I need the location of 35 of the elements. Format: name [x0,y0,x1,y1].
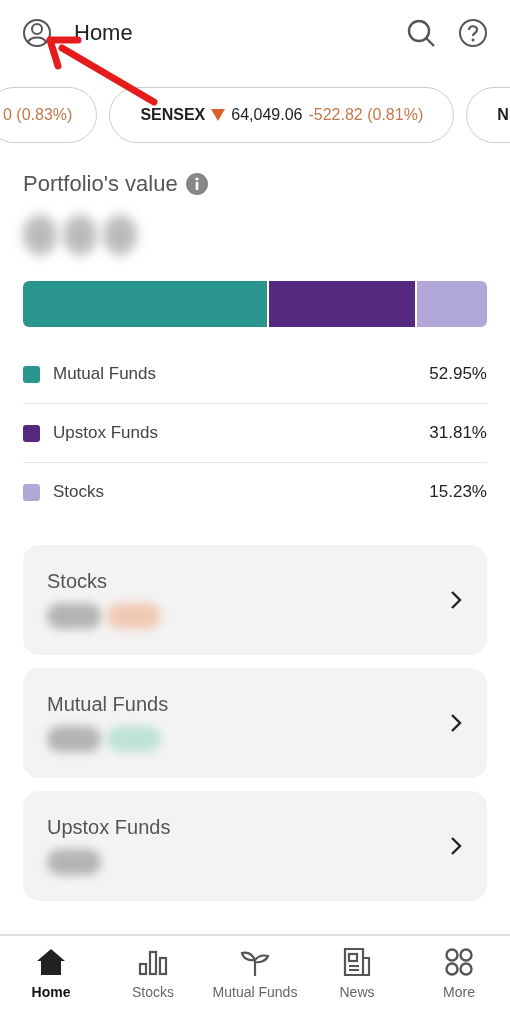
blurred-value [47,846,101,877]
legend-label: Mutual Funds [53,364,157,384]
nav-tab[interactable]: Home [0,936,102,1024]
holding-card[interactable]: Upstox Funds [23,791,487,901]
chevron-right-icon [449,836,463,856]
index-change: -522.82 (0.81%) [308,106,424,124]
card-title: Mutual Funds [47,692,170,716]
nav-tab[interactable]: More [408,936,510,1024]
allocation-percent: 52.95% [429,364,487,384]
holding-card[interactable]: Mutual Funds [23,668,487,778]
index-change: 0 (0.83%) [3,106,73,124]
allocation-percent: 31.81% [429,423,487,443]
portfolio-title: Portfolio's value [23,171,178,197]
index-name: SENSEX [140,106,206,124]
card-title: Stocks [47,569,109,593]
card-title: Upstox Funds [47,815,172,839]
chevron-right-icon [449,590,463,610]
holding-card[interactable]: Stocks [23,545,487,655]
info-icon[interactable] [185,173,208,195]
nav-tab[interactable]: News [306,936,408,1024]
newspaper-icon [341,946,373,978]
chevron-right-icon [449,713,463,733]
search-icon[interactable] [406,18,436,48]
allocation-percent: 15.23% [429,482,487,502]
help-icon[interactable] [458,18,488,48]
legend-label: Stocks [53,482,106,502]
nav-tab[interactable]: Mutual Funds [204,936,306,1024]
profile-icon[interactable] [22,18,52,48]
nav-tab[interactable]: Stocks [102,936,204,1024]
index-value: 64,049.06 [231,106,303,124]
legend-label: Upstox Funds [53,423,159,443]
index-name: N [497,106,509,124]
grid-icon [443,946,475,978]
home-icon [35,946,67,978]
page-title: Home [74,20,134,46]
